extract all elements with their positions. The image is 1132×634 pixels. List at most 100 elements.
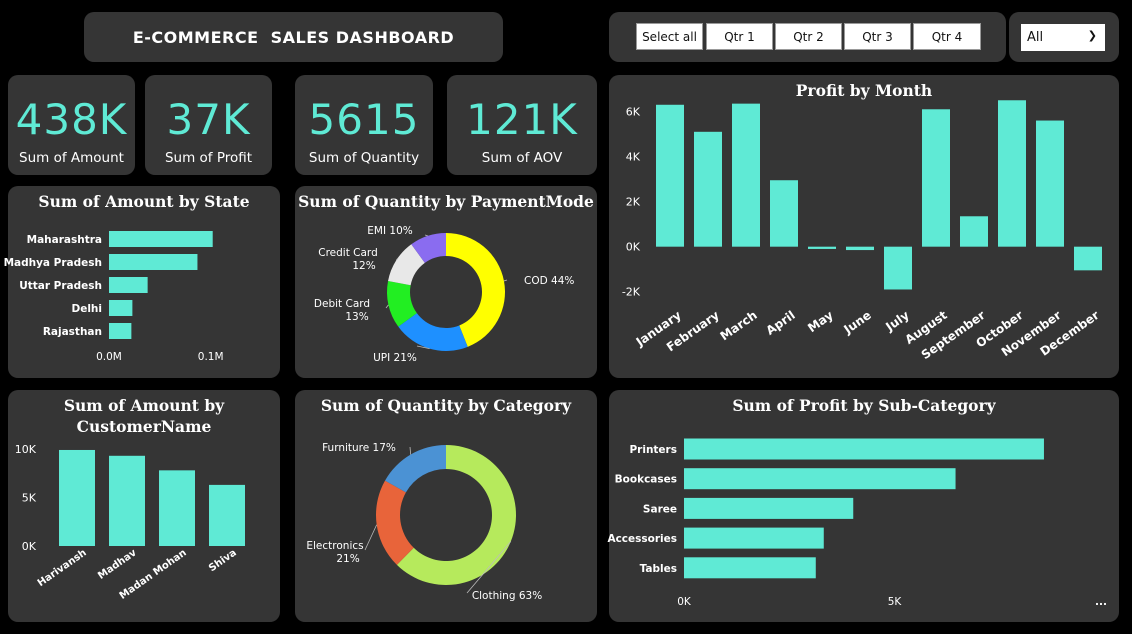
kpi-card-profit: 37K Sum of Profit (145, 75, 272, 175)
leader-line (364, 524, 378, 551)
chart-profit-by-subcategory[interactable]: Sum of Profit by Sub-Category Printers Bo… (607, 390, 1119, 622)
category-label: March (718, 308, 760, 343)
tick-label: 0K (22, 540, 37, 553)
chevron-down-icon: ❯ (1087, 29, 1097, 42)
month-bar-chart: 6K4K2K0K-2KJanuaryFebruaryMarch April May J… (622, 100, 1102, 362)
category-label: Delhi (71, 303, 102, 315)
tick-label: 10K (15, 443, 37, 456)
tick-label: 2K (626, 196, 641, 209)
category-label: Madhya Pradesh (4, 257, 102, 269)
bar (684, 438, 1044, 460)
slice-label: COD 44% (524, 275, 574, 287)
chart-quantity-by-paymentmode[interactable]: Sum of Quantity by PaymentMode COD 44% UP… (295, 186, 597, 378)
bar (209, 484, 245, 546)
kpi-profit-label: Sum of Profit (164, 150, 253, 166)
slice-label: EMI 10% (367, 225, 412, 237)
category-label: April (763, 308, 797, 338)
bar (770, 180, 798, 247)
kpi-card-quantity: 5615 Sum of Quantity (295, 75, 433, 175)
bar (109, 300, 133, 316)
category-label: May (805, 308, 836, 335)
category-donut-chart: Clothing 63% Electronics21% Furniture 17% (306, 442, 542, 602)
slicer-select-all-button[interactable]: Select all (636, 23, 703, 50)
kpi-amount-label: Sum of Amount (19, 150, 124, 166)
bar (109, 277, 148, 293)
dashboard-title: E-COMMERCE SALES DASHBOARD (132, 27, 455, 47)
chart-quantity-by-category[interactable]: Sum of Quantity by Category Clothing 63%… (295, 390, 597, 622)
leader-line (424, 234, 428, 237)
slice-label: Electronics (306, 540, 363, 552)
bar (656, 104, 684, 247)
slicer-qtr3-button[interactable]: Qtr 3 (844, 23, 911, 50)
tick-label: 0K (677, 596, 692, 608)
slicer-qtr2-button[interactable]: Qtr 2 (775, 23, 842, 50)
kpi-card-amount: 438K Sum of Amount (8, 75, 135, 175)
tick-label: -2K (622, 286, 641, 299)
kpi-aov-label: Sum of AOV (481, 150, 563, 166)
category-label: Bookcases (615, 474, 677, 486)
kpi-quantity-value: 5615 (308, 95, 420, 144)
category-label: Rajasthan (43, 326, 102, 338)
bar (109, 455, 145, 546)
filter-dropdown-panel: All ❯ (1009, 12, 1119, 62)
bar (109, 323, 132, 339)
donut-slice (376, 480, 414, 565)
subcategory-bar-chart: Printers Bookcases Saree Accessories Tables 0… (607, 438, 1107, 608)
category-label: Printers (629, 444, 677, 456)
tick-label: 0.1M (198, 351, 224, 363)
slice-label: Debit Card (314, 298, 370, 310)
bar (59, 449, 95, 546)
category-label: June (841, 308, 874, 337)
slicer-qtr4-button[interactable]: Qtr 4 (913, 23, 981, 50)
category-label: July (882, 308, 911, 334)
leader-line (503, 279, 508, 282)
slice-label: Furniture 17% (322, 442, 396, 454)
kpi-quantity-label: Sum of Quantity (308, 150, 420, 166)
tick-label: 0K (626, 241, 641, 254)
bar (808, 246, 836, 249)
bar (109, 231, 213, 247)
category-label: Harivansh (36, 547, 89, 589)
category-label: Saree (643, 503, 677, 515)
bar (684, 468, 956, 490)
category-label: Madhav (96, 547, 139, 582)
slice-percent-label: 12% (352, 260, 375, 272)
leader-line (409, 446, 412, 455)
chart-amount-by-customer[interactable]: Sum of Amount by CustomerName 10K 5K 0K Har… (8, 390, 280, 622)
tick-label: 4K (626, 151, 641, 164)
payment-donut-chart: COD 44% UPI 21% Debit Card13% Credit Card12… (314, 225, 574, 364)
kpi-profit-value: 37K (166, 95, 251, 144)
kpi-amount-value: 438K (15, 95, 128, 144)
tick-label: 0.0M (96, 351, 122, 363)
tick-label: 5K (888, 596, 903, 608)
slice-label: UPI 21% (373, 352, 417, 364)
kpi-card-aov: 121K Sum of AOV (447, 75, 597, 175)
tick-label: 6K (626, 106, 641, 119)
bar (1036, 120, 1064, 247)
bar (846, 246, 874, 251)
bar (109, 254, 198, 270)
bar (884, 246, 912, 290)
bar (1074, 246, 1102, 271)
bar (922, 109, 950, 247)
category-label: Tables (640, 563, 677, 575)
slice-percent-label: 13% (345, 311, 368, 323)
filter-dropdown-value: All (1027, 30, 1044, 45)
category-label: Maharashtra (27, 234, 102, 246)
chart-amount-by-state[interactable]: Sum of Amount by State Maharashtra Madhya… (4, 186, 280, 378)
slice-label: Credit Card (318, 247, 377, 259)
filter-dropdown[interactable]: All ❯ (1021, 24, 1105, 51)
tick-label: 5K (22, 492, 37, 505)
bar (684, 527, 824, 549)
slicer-qtr1-button[interactable]: Qtr 1 (706, 23, 773, 50)
chart-profit-by-month[interactable]: Profit by Month 6K 4K 2K 0K -2K January Februa… (609, 75, 1119, 378)
bar (960, 216, 988, 247)
more-icon: ... (1095, 596, 1107, 608)
slice-percent-label: 21% (336, 553, 359, 565)
slice-label: Clothing 63% (472, 590, 542, 602)
bar (998, 100, 1026, 247)
kpi-aov-value: 121K (466, 95, 578, 144)
bar (732, 103, 760, 247)
bar (694, 131, 722, 247)
customer-bar-chart: 10K5K0KHarivansh MadhavMadan Mohan Shiva (15, 443, 245, 602)
